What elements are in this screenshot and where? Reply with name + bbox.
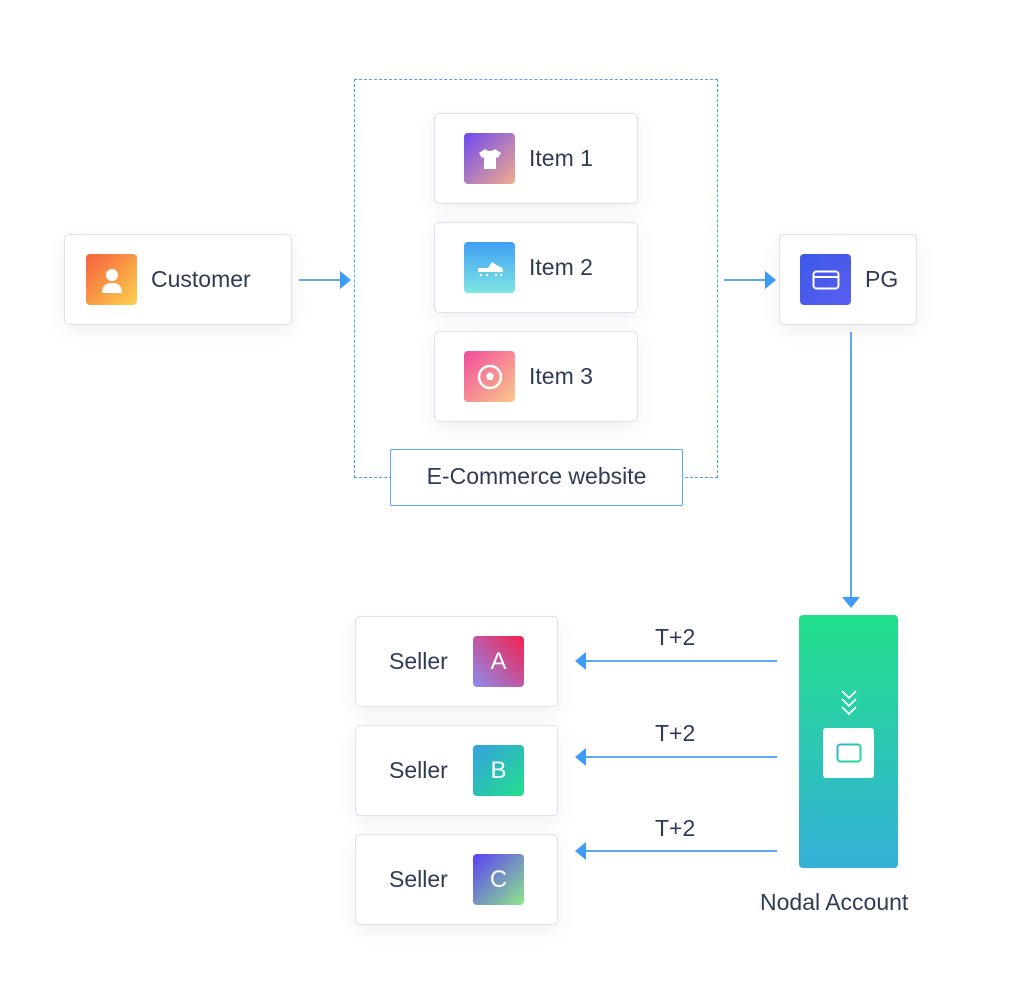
item-label: Item 1: [529, 145, 593, 171]
website-label-box: E-Commerce website: [390, 449, 683, 506]
arrowhead: [575, 748, 586, 766]
item-label: Item 3: [529, 363, 593, 389]
item-label: Item 2: [529, 254, 593, 280]
chevrons-down-icon: [841, 690, 857, 716]
arrow-website-to-pg: [724, 279, 766, 281]
customer-label: Customer: [151, 266, 251, 292]
seller-badge-a: A: [473, 636, 524, 687]
transfer-label: T+2: [655, 720, 696, 746]
arrowhead: [340, 271, 351, 289]
payment-flow-diagram: Customer Item 1 Item 2 Item 3 E-Commerce…: [0, 0, 1024, 985]
seller-label: Seller: [389, 648, 448, 674]
seller-a-node: Seller A: [355, 616, 558, 707]
seller-badge-c: C: [473, 854, 524, 905]
customer-node: Customer: [64, 234, 292, 325]
item-3-node: Item 3: [434, 331, 638, 422]
nodal-account-bar: [799, 615, 898, 868]
seller-label: Seller: [389, 757, 448, 783]
seller-label: Seller: [389, 866, 448, 892]
arrow-customer-to-website: [299, 279, 341, 281]
arrowhead: [575, 652, 586, 670]
arrowhead: [765, 271, 776, 289]
arrowhead: [842, 597, 860, 608]
arrow-nodal-to-seller-a: [585, 660, 777, 662]
arrow-nodal-to-seller-b: [585, 756, 777, 758]
person-icon: [86, 254, 137, 305]
arrow-nodal-to-seller-c: [585, 850, 777, 852]
football-icon: [464, 351, 515, 402]
nodal-account-label: Nodal Account: [760, 889, 909, 915]
tshirt-icon: [464, 133, 515, 184]
transfer-label: T+2: [655, 624, 696, 650]
pg-node: PG: [779, 234, 917, 325]
arrowhead: [575, 842, 586, 860]
card-icon: [800, 254, 851, 305]
seller-b-node: Seller B: [355, 725, 558, 816]
item-2-node: Item 2: [434, 222, 638, 313]
seller-c-node: Seller C: [355, 834, 558, 925]
pg-label: PG: [865, 266, 899, 292]
item-1-node: Item 1: [434, 113, 638, 204]
shoe-icon: [464, 242, 515, 293]
arrow-pg-to-nodal: [850, 332, 852, 598]
transfer-label: T+2: [655, 815, 696, 841]
card-icon: [823, 728, 874, 778]
seller-badge-b: B: [473, 745, 524, 796]
website-label: E-Commerce website: [426, 463, 647, 489]
